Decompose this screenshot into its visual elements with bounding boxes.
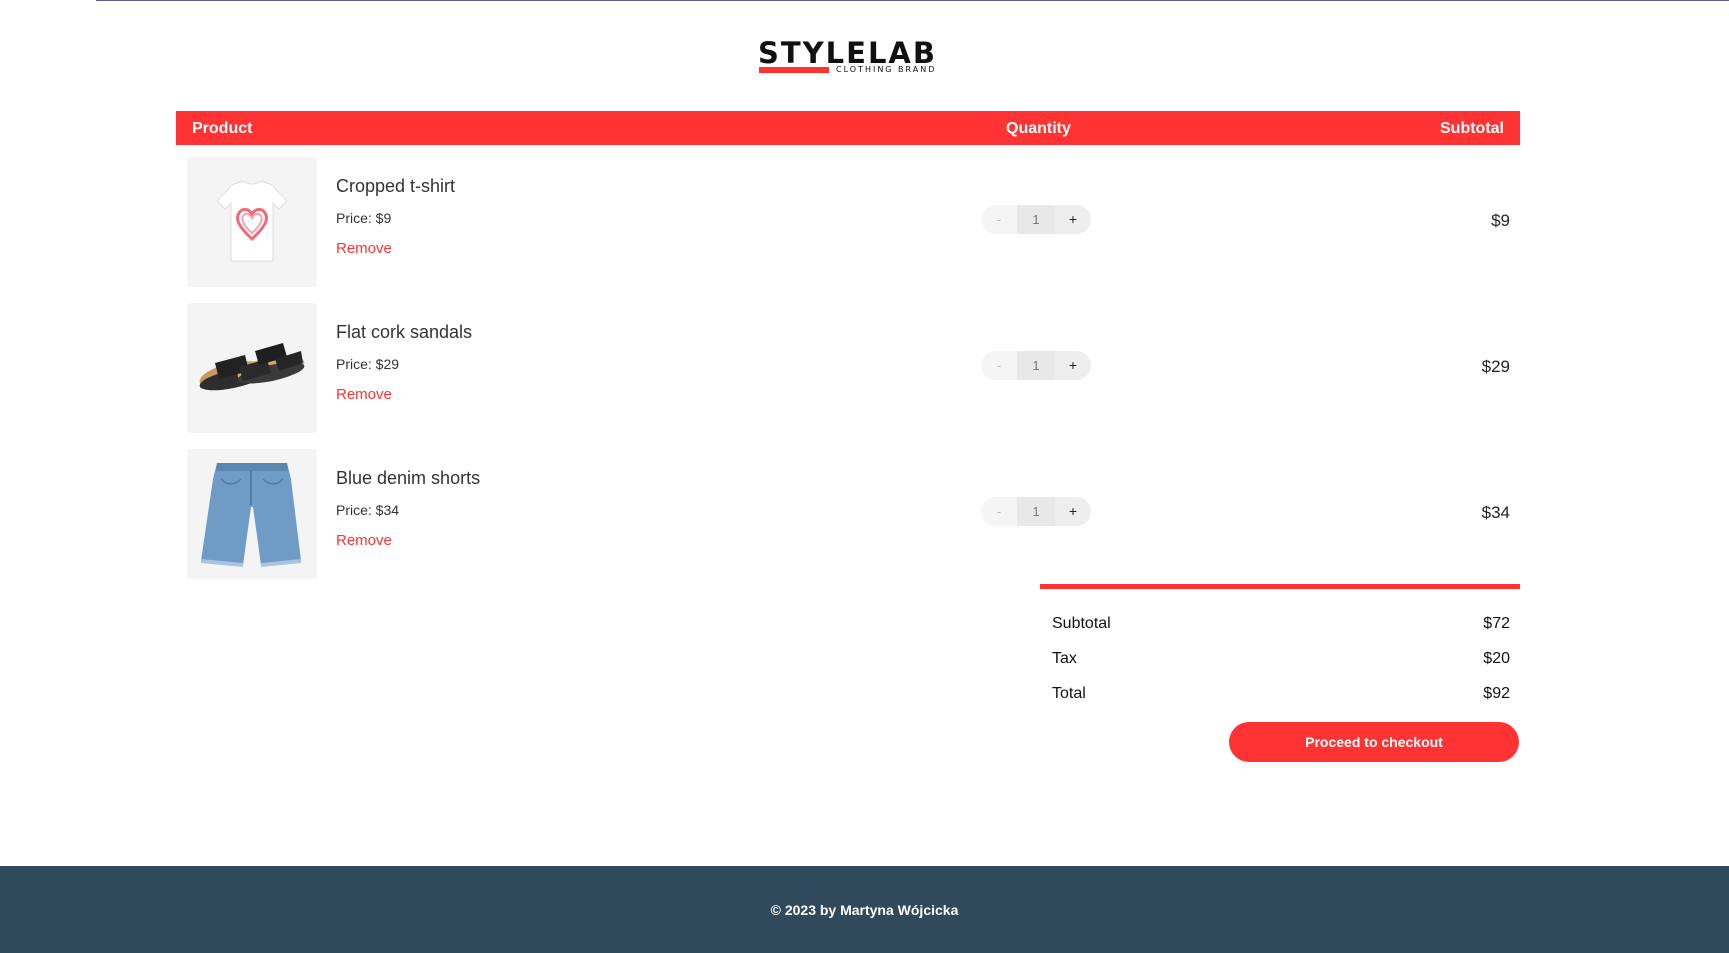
shorts-icon (187, 449, 317, 579)
product-image (187, 157, 317, 287)
proceed-to-checkout-button[interactable]: Proceed to checkout (1229, 722, 1519, 762)
product-name: Cropped t-shirt (336, 176, 456, 196)
tshirt-icon (187, 157, 317, 287)
summary-tax-row: Tax $20 (1040, 624, 1520, 667)
product-price: Price: $29 (336, 356, 400, 372)
product-image (187, 303, 317, 433)
product-price: Price: $9 (336, 210, 392, 226)
quantity-stepper: - 1 + (981, 497, 1091, 526)
footer: © 2023 by Martyna Wójcicka (0, 866, 1729, 953)
row-subtotal: $29 (1481, 357, 1510, 376)
summary-total-label: Total (1052, 685, 1086, 702)
quantity-decrease-button[interactable]: - (981, 497, 1017, 526)
top-divider (96, 0, 1729, 1)
summary-total-value: $92 (1483, 685, 1510, 702)
brand-name: STYLELAB (758, 36, 937, 70)
order-summary: Subtotal $72 Tax $20 Total $92 (1040, 584, 1520, 702)
cart-row: Flat cork sandals Price: $29 Remove - 1 … (176, 303, 1520, 433)
quantity-increase-button[interactable]: + (1055, 351, 1091, 380)
brand-tagline: CLOTHING BRAND (836, 65, 937, 74)
header-subtotal: Subtotal (1440, 120, 1504, 137)
remove-button[interactable]: Remove (336, 240, 455, 257)
product-image (187, 449, 317, 579)
header-product: Product (192, 120, 253, 137)
summary-subtotal-row: Subtotal $72 (1040, 589, 1520, 632)
footer-copyright: © 2023 by Martyna Wójcicka (770, 902, 959, 918)
cart-row: Cropped t-shirt Price: $9 Remove - 1 + $… (176, 157, 1520, 287)
row-subtotal: $9 (1491, 211, 1510, 230)
product-name: Flat cork sandals (336, 322, 473, 342)
cart-row: Blue denim shorts Price: $34 Remove - 1 … (176, 449, 1520, 579)
quantity-increase-button[interactable]: + (1055, 205, 1091, 234)
quantity-value[interactable]: 1 (1017, 497, 1055, 526)
quantity-stepper: - 1 + (981, 351, 1091, 380)
summary-total-row: Total $92 (1040, 659, 1520, 702)
sandals-icon (187, 303, 317, 433)
cart-table-header: Product Quantity Subtotal (176, 111, 1520, 145)
quantity-value[interactable]: 1 (1017, 205, 1055, 234)
product-name: Blue denim shorts (336, 468, 481, 488)
brand-underline (759, 67, 829, 73)
header-quantity: Quantity (1006, 120, 1071, 137)
remove-button[interactable]: Remove (336, 532, 480, 549)
brand-logo[interactable]: STYLELAB CLOTHING BRAND (758, 38, 938, 78)
quantity-increase-button[interactable]: + (1055, 497, 1091, 526)
quantity-decrease-button[interactable]: - (981, 351, 1017, 380)
quantity-value[interactable]: 1 (1017, 351, 1055, 380)
product-price: Price: $34 (336, 502, 400, 518)
remove-button[interactable]: Remove (336, 386, 472, 403)
quantity-decrease-button[interactable]: - (981, 205, 1017, 234)
quantity-stepper: - 1 + (981, 205, 1091, 234)
row-subtotal: $34 (1481, 503, 1510, 522)
